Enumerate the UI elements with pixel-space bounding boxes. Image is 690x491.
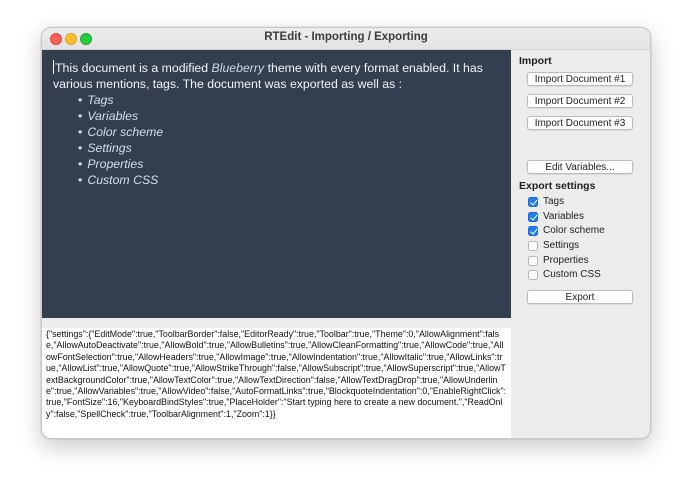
import-document-1-button[interactable]: Import Document #1 xyxy=(527,72,633,86)
text-cursor xyxy=(53,60,54,74)
import-document-3-button[interactable]: Import Document #3 xyxy=(527,116,633,130)
import-section-title: Import xyxy=(519,55,552,67)
color-scheme-checkbox[interactable] xyxy=(528,225,538,236)
checkbox-label: Variables xyxy=(543,211,584,222)
list-item: Variables xyxy=(78,108,501,124)
export-option-tags[interactable]: Tags xyxy=(528,195,564,208)
variables-checkbox[interactable] xyxy=(528,211,538,222)
json-output-textarea[interactable]: {"settings":{"EditMode":true,"ToolbarBor… xyxy=(42,328,511,438)
intro-text-start: This document is a modified xyxy=(55,61,212,75)
export-option-custom-css[interactable]: Custom CSS xyxy=(528,268,601,281)
settings-checkbox[interactable] xyxy=(528,240,538,251)
export-button[interactable]: Export xyxy=(527,290,633,304)
export-option-variables[interactable]: Variables xyxy=(528,210,584,223)
title-bar: RTEdit - Importing / Exporting xyxy=(42,28,650,50)
properties-checkbox[interactable] xyxy=(528,255,538,266)
tags-checkbox[interactable] xyxy=(528,196,538,207)
export-option-settings[interactable]: Settings xyxy=(528,239,579,252)
checkbox-label: Tags xyxy=(543,196,565,207)
editor-content[interactable]: This document is a modified Blueberry th… xyxy=(53,60,501,188)
checkbox-label: Color scheme xyxy=(543,225,605,236)
list-item: Color scheme xyxy=(78,124,501,140)
export-option-properties[interactable]: Properties xyxy=(528,254,589,267)
checkbox-label: Custom CSS xyxy=(543,269,601,280)
json-output-text: {"settings":{"EditMode":true,"ToolbarBor… xyxy=(46,329,507,419)
export-features-list: Tags Variables Color scheme Settings Pro… xyxy=(53,92,501,188)
import-document-2-button[interactable]: Import Document #2 xyxy=(527,94,633,108)
export-settings-title: Export settings xyxy=(519,180,596,192)
rich-text-editor[interactable]: This document is a modified Blueberry th… xyxy=(42,50,511,318)
export-option-color-scheme[interactable]: Color scheme xyxy=(528,224,605,237)
edit-variables-button[interactable]: Edit Variables... xyxy=(527,160,633,174)
checkbox-label: Settings xyxy=(543,240,580,251)
window-title: RTEdit - Importing / Exporting xyxy=(264,31,428,43)
side-panel: Import Import Document #1 Import Documen… xyxy=(513,50,650,438)
list-item: Tags xyxy=(78,92,501,108)
list-item: Custom CSS xyxy=(78,172,501,188)
list-item: Properties xyxy=(78,156,501,172)
intro-text-emphasis: Blueberry xyxy=(211,61,265,75)
custom-css-checkbox[interactable] xyxy=(528,269,538,280)
checkbox-label: Properties xyxy=(543,255,589,266)
app-window: RTEdit - Importing / Exporting This docu… xyxy=(41,27,651,439)
list-item: Settings xyxy=(78,140,501,156)
